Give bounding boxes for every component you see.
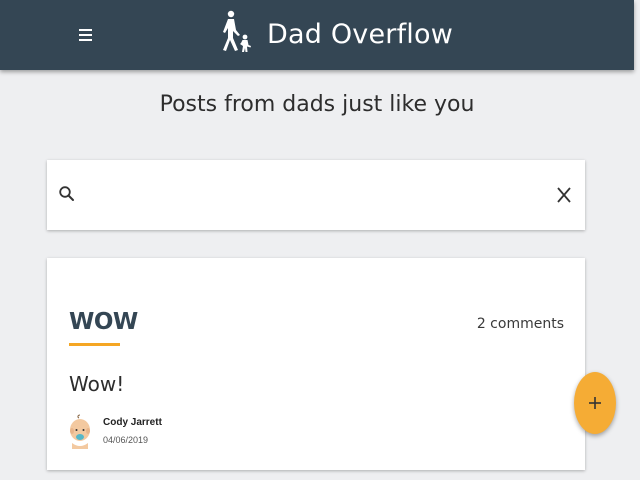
- baby-avatar-icon: [70, 414, 90, 449]
- close-icon[interactable]: [555, 186, 573, 204]
- app-header: Dad Overflow: [0, 0, 634, 70]
- dad-walking-with-child-icon: [223, 10, 251, 52]
- search-icon: [59, 186, 74, 201]
- post-body: Wow!: [69, 372, 125, 396]
- app: Dad Overflow Posts from dads just like y…: [0, 0, 640, 480]
- hamburger-menu-icon: [79, 29, 92, 31]
- post-title[interactable]: WOW: [69, 309, 138, 335]
- author-name[interactable]: Cody Jarrett: [103, 417, 162, 428]
- search-input[interactable]: [86, 179, 536, 211]
- add-post-button[interactable]: [574, 372, 616, 434]
- app-title: Dad Overflow: [267, 19, 454, 50]
- menu-button[interactable]: [74, 23, 98, 47]
- comment-count[interactable]: 2 comments: [477, 316, 564, 332]
- page-heading: Posts from dads just like you: [159, 92, 475, 117]
- post-date: 04/06/2019: [103, 435, 149, 445]
- title-underline: [69, 343, 120, 346]
- plus-icon: [589, 397, 601, 409]
